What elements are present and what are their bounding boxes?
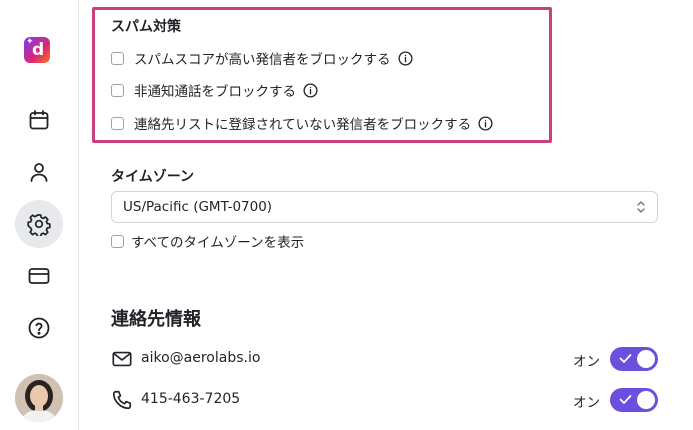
- timezone-select[interactable]: US/Pacific (GMT-0700): [111, 191, 658, 223]
- toggle-knob: [637, 391, 655, 409]
- option-label: スパムスコアが高い発信者をブロックする: [134, 52, 391, 68]
- chevron-up-down-icon: [637, 201, 645, 213]
- user-photo-icon: [15, 374, 63, 422]
- sidebar-item-billing[interactable]: [15, 252, 63, 300]
- app-logo[interactable]: ✦ d: [24, 37, 50, 63]
- sidebar: ✦ d: [0, 0, 79, 430]
- sidebar-item-profile[interactable]: [15, 148, 63, 196]
- calendar-icon: [29, 110, 49, 130]
- phone-icon: [112, 390, 132, 410]
- phone-toggle-label: オン: [573, 395, 600, 411]
- spam-option-high-score[interactable]: スパムスコアが高い発信者をブロックする: [111, 48, 413, 68]
- check-icon: [619, 395, 632, 404]
- sidebar-item-settings[interactable]: [15, 200, 63, 248]
- avatar[interactable]: [15, 374, 63, 422]
- email-toggle[interactable]: [610, 347, 658, 371]
- spam-section-title: スパム対策: [111, 19, 181, 35]
- checkbox[interactable]: [111, 234, 124, 248]
- info-icon[interactable]: [478, 115, 493, 131]
- sidebar-item-help[interactable]: [15, 304, 63, 352]
- phone-toggle[interactable]: [610, 388, 658, 412]
- option-label: 連絡先リストに登録されていない発信者をブロックする: [134, 117, 472, 133]
- show-all-timezones[interactable]: すべてのタイムゾーンを表示: [111, 231, 304, 251]
- user-icon: [30, 163, 48, 182]
- checkbox[interactable]: [111, 116, 124, 130]
- phone-value: 415-463-7205: [141, 391, 241, 407]
- info-icon[interactable]: [397, 50, 413, 66]
- show-all-timezones-label: すべてのタイムゾーンを表示: [131, 235, 305, 251]
- checkbox[interactable]: [111, 83, 124, 97]
- option-label: 非通知通話をブロックする: [134, 84, 296, 100]
- timezone-select-value: US/Pacific (GMT-0700): [123, 199, 273, 215]
- settings-content: スパム対策 スパムスコアが高い発信者をブロックする 非通知通話をブロックする 連…: [79, 0, 693, 430]
- contact-email-row: aiko@aerolabs.io オン: [111, 344, 659, 374]
- sidebar-item-calendar[interactable]: [15, 96, 63, 144]
- credit-card-icon: [28, 268, 50, 284]
- spam-option-non-contacts[interactable]: 連絡先リストに登録されていない発信者をブロックする: [111, 113, 493, 133]
- info-icon[interactable]: [303, 82, 318, 98]
- email-value: aiko@aerolabs.io: [141, 350, 261, 366]
- spam-option-anonymous[interactable]: 非通知通話をブロックする: [111, 80, 318, 100]
- checkbox[interactable]: [111, 51, 124, 65]
- timezone-section-title: タイムゾーン: [111, 169, 195, 185]
- help-icon: [28, 317, 50, 339]
- contact-phone-row: 415-463-7205 オン: [111, 385, 659, 415]
- toggle-knob: [637, 350, 655, 368]
- contact-section-title: 連絡先情報: [111, 309, 201, 330]
- gear-icon: [27, 214, 51, 236]
- email-toggle-label: オン: [573, 354, 600, 370]
- mail-icon: [112, 351, 132, 367]
- check-icon: [619, 354, 632, 363]
- logo-letter-icon: d: [32, 40, 45, 60]
